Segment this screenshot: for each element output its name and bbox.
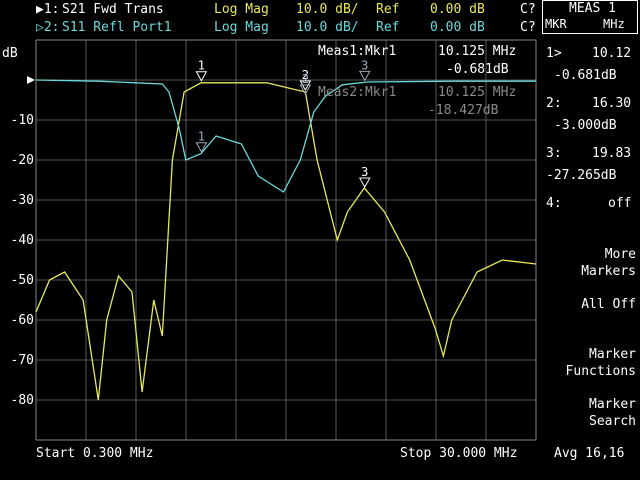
y-unit-label: dB	[2, 46, 18, 61]
trace1-ref-value[interactable]: 0.00 dB	[430, 2, 485, 18]
readout2-label: Meas2:Mkr1	[318, 85, 397, 100]
y-tick-labels: -10 -20 -30 -40 -50 -60 -70 -80	[11, 113, 34, 408]
readout1-freq: 10.125 MHz	[438, 44, 517, 59]
readout1-label: Meas1:Mkr1	[318, 44, 397, 59]
y-tick-label: -60	[11, 313, 34, 328]
y-tick-label: -50	[11, 273, 34, 288]
marker-triangle	[358, 70, 371, 82]
meas-title: MEAS 1	[569, 1, 616, 16]
y-tick-label: -70	[11, 353, 34, 368]
marker2-value: -3.000dB	[554, 118, 617, 133]
marker2-freq[interactable]: 16.30	[592, 96, 631, 112]
marker4-id: 4:	[546, 196, 562, 211]
mhz-column-label: MHz	[603, 17, 625, 31]
marker2-id: 2:	[546, 96, 562, 111]
marker3-id: 3:	[546, 146, 562, 161]
averaging-status: Avg 16,16	[554, 446, 625, 461]
readout1-value: -0.681dB	[446, 62, 509, 77]
trace2-name[interactable]: S11 Refl Port1	[62, 20, 172, 36]
marker3-value: -27.265dB	[546, 168, 617, 183]
trace1-cal-status: C?	[520, 2, 536, 17]
trace2-marker: ▷2:	[36, 20, 60, 35]
trace2-ref-label: Ref	[376, 20, 400, 35]
trace2-cal-status: C?	[520, 20, 536, 35]
marker-number: 3	[361, 58, 368, 72]
marker3-freq[interactable]: 19.83	[592, 146, 631, 162]
trace1-ref-label: Ref	[376, 2, 400, 17]
reference-arrow	[27, 76, 35, 84]
stop-frequency[interactable]: Stop 30.000 MHz	[400, 446, 517, 462]
markers-trace1: 1 2 3	[195, 59, 371, 189]
marker-triangle	[358, 177, 371, 189]
y-tick-label: -20	[11, 153, 34, 168]
y-tick-label: -30	[11, 193, 34, 208]
marker-number: 2	[302, 72, 309, 86]
marker-functions-button[interactable]: Marker Functions	[540, 346, 636, 380]
trace1-format[interactable]: Log Mag	[214, 2, 269, 18]
marker-number: 1	[198, 59, 205, 73]
trace2-scale[interactable]: 10.0 dB/	[296, 20, 359, 36]
trace1-name[interactable]: S21 Fwd Trans	[62, 2, 164, 18]
meas-title-box: MEAS 1 MKR MHz	[542, 0, 638, 34]
marker-search-button[interactable]: Marker Search	[540, 396, 636, 430]
marker-number: 1	[198, 130, 205, 144]
trace2-format[interactable]: Log Mag	[214, 20, 269, 36]
readout2-freq: 10.125 MHz	[438, 85, 517, 100]
marker1-id: 1>	[546, 46, 562, 61]
start-frequency[interactable]: Start 0.300 MHz	[36, 446, 153, 462]
marker1-freq[interactable]: 10.12	[592, 46, 631, 62]
marker4-freq[interactable]: off	[608, 196, 631, 212]
trace1-scale[interactable]: 10.0 dB/	[296, 2, 359, 18]
y-tick-label: -40	[11, 233, 34, 248]
mkr-column-label: MKR	[545, 17, 567, 31]
readout2-value: -18.427dB	[428, 103, 499, 118]
y-tick-label: -80	[11, 393, 34, 408]
marker-triangle	[195, 142, 208, 153]
more-markers-button[interactable]: More Markers	[540, 246, 636, 280]
all-off-button[interactable]: All Off	[540, 296, 636, 313]
y-tick-label: -10	[11, 113, 34, 128]
trace1-marker: ▶1:	[36, 2, 60, 17]
marker-triangle	[195, 71, 208, 82]
marker-number: 3	[361, 165, 368, 179]
trace2-ref-value[interactable]: 0.00 dB	[430, 20, 485, 36]
marker1-value: -0.681dB	[554, 68, 617, 83]
